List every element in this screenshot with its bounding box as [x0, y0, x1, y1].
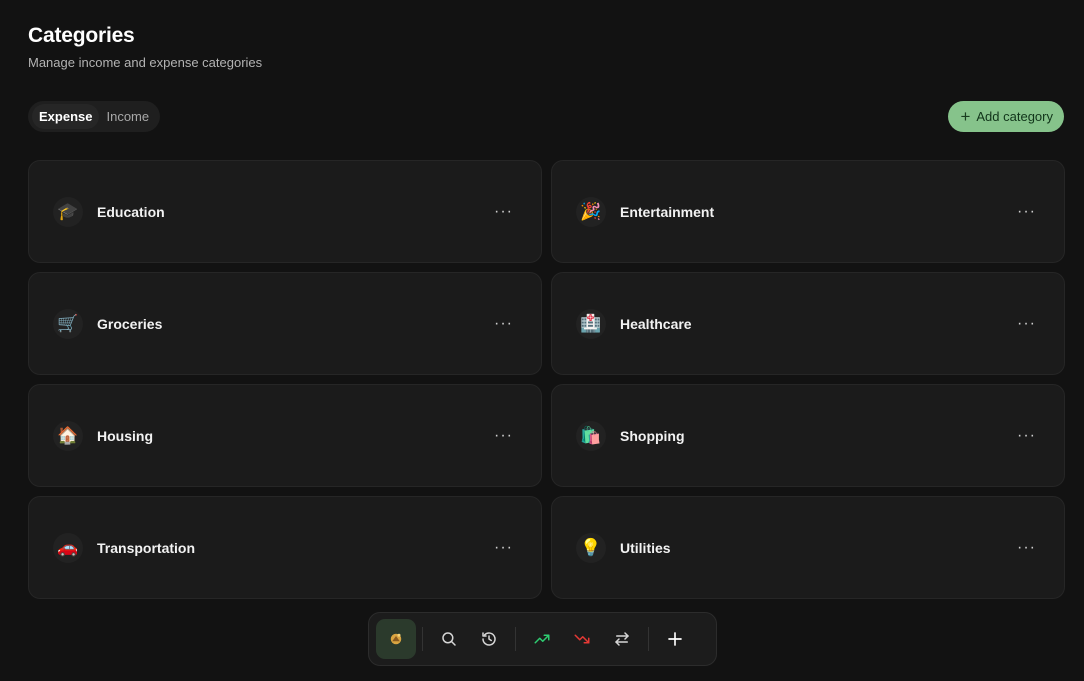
shopping-cart-icon: 🛒	[53, 308, 83, 339]
page-subtitle: Manage income and expense categories	[28, 55, 263, 70]
more-options-icon[interactable]: ···	[490, 536, 517, 560]
tab-income[interactable]: Income	[99, 104, 156, 129]
category-label: Housing	[97, 427, 153, 444]
trending-down-icon	[574, 634, 590, 644]
category-card-transportation[interactable]: 🚗 Transportation ···	[28, 496, 542, 599]
dock-separator	[422, 627, 423, 651]
category-label: Shopping	[620, 427, 685, 444]
dock-income-button[interactable]	[522, 619, 562, 659]
category-label: Groceries	[97, 315, 163, 332]
categories-page: Categories Manage income and expense cat…	[0, 0, 1084, 681]
more-options-icon[interactable]: ···	[1013, 424, 1040, 448]
add-category-label: Add category	[976, 109, 1053, 124]
dock-expense-button[interactable]	[562, 619, 602, 659]
bottom-dock	[368, 612, 717, 666]
history-icon	[482, 632, 496, 646]
category-label: Education	[97, 203, 165, 220]
category-grid: 🎓 Education ··· 🎉 Entertainment ··· 🛒 Gr…	[28, 160, 1065, 599]
dock-separator	[648, 627, 649, 651]
car-icon: 🚗	[53, 532, 83, 563]
category-card-education[interactable]: 🎓 Education ···	[28, 160, 542, 263]
plus-icon: +	[960, 107, 971, 126]
transfer-icon	[615, 632, 629, 646]
shopping-bags-icon: 🛍️	[576, 420, 606, 451]
category-label: Transportation	[97, 539, 196, 556]
dock-transfer-button[interactable]	[602, 619, 642, 659]
page-title: Categories	[28, 24, 135, 47]
category-label: Entertainment	[620, 203, 715, 220]
category-card-entertainment[interactable]: 🎉 Entertainment ···	[551, 160, 1065, 263]
plus-icon	[668, 632, 682, 646]
category-card-shopping[interactable]: 🛍️ Shopping ···	[551, 384, 1065, 487]
category-label: Utilities	[620, 539, 671, 556]
category-label: Healthcare	[620, 315, 692, 332]
more-options-icon[interactable]: ···	[490, 200, 517, 224]
dock-search-button[interactable]	[429, 619, 469, 659]
category-card-groceries[interactable]: 🛒 Groceries ···	[28, 272, 542, 375]
house-icon: 🏠	[53, 420, 83, 451]
dock-separator	[515, 627, 516, 651]
category-card-utilities[interactable]: 💡 Utilities ···	[551, 496, 1065, 599]
light-bulb-icon: 💡	[576, 532, 606, 563]
trending-up-icon	[534, 634, 550, 644]
hospital-icon: 🏥	[576, 308, 606, 339]
category-card-healthcare[interactable]: 🏥 Healthcare ···	[551, 272, 1065, 375]
more-options-icon[interactable]: ···	[1013, 536, 1040, 560]
more-options-icon[interactable]: ···	[490, 424, 517, 448]
search-icon	[442, 632, 456, 646]
more-options-icon[interactable]: ···	[1013, 200, 1040, 224]
tab-expense[interactable]: Expense	[32, 104, 100, 129]
home-icon	[390, 633, 402, 645]
add-category-button[interactable]: + Add category	[948, 101, 1064, 132]
dock-history-button[interactable]	[469, 619, 509, 659]
graduation-cap-icon: 🎓	[53, 196, 83, 227]
more-options-icon[interactable]: ···	[490, 312, 517, 336]
more-options-icon[interactable]: ···	[1013, 312, 1040, 336]
category-type-tabs: Expense Income	[28, 101, 161, 132]
category-card-housing[interactable]: 🏠 Housing ···	[28, 384, 542, 487]
party-popper-icon: 🎉	[576, 196, 606, 227]
dock-add-button[interactable]	[655, 619, 695, 659]
dock-home-button[interactable]	[376, 619, 416, 659]
